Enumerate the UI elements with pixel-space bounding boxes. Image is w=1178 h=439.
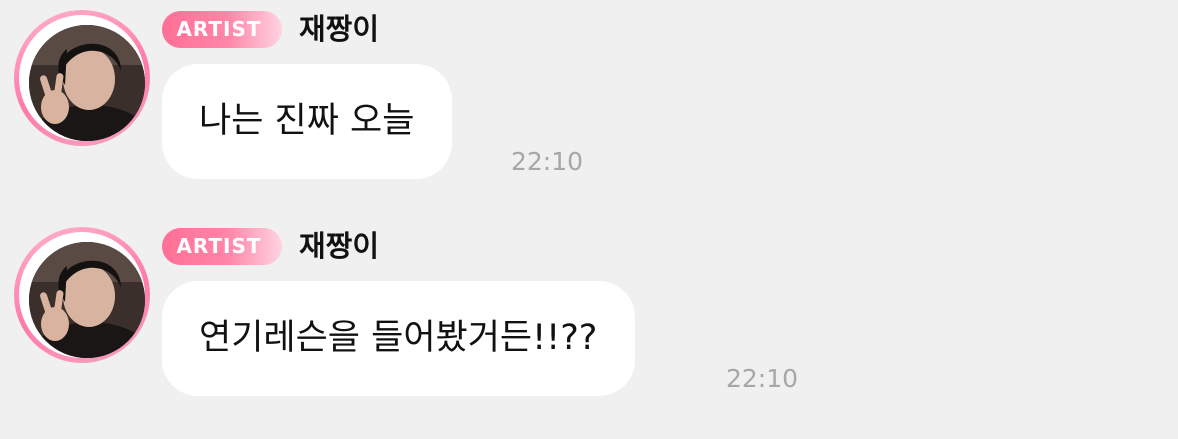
avatar-ring-gap bbox=[19, 232, 145, 358]
avatar[interactable] bbox=[14, 227, 150, 363]
chat-message: ARTIST 재짱이 연기레슨을 들어봤거든!!?? 22:10 bbox=[0, 217, 1178, 417]
chat-message: ARTIST 재짱이 나는 진짜 오늘 22:10 bbox=[0, 0, 1178, 200]
message-bubble[interactable]: 나는 진짜 오늘 bbox=[162, 64, 453, 179]
avatar-portrait-image bbox=[29, 242, 145, 358]
avatar[interactable] bbox=[14, 10, 150, 146]
sender-name[interactable]: 재짱이 bbox=[299, 226, 379, 266]
avatar-portrait-image bbox=[29, 25, 145, 141]
message-timestamp: 22:10 bbox=[726, 364, 799, 393]
artist-badge: ARTIST bbox=[162, 228, 282, 265]
artist-badge: ARTIST bbox=[162, 11, 282, 48]
message-bubble[interactable]: 연기레슨을 들어봤거든!!?? bbox=[162, 281, 636, 396]
avatar-photo bbox=[29, 242, 145, 358]
sender-name[interactable]: 재짱이 bbox=[299, 9, 379, 49]
avatar-photo bbox=[29, 25, 145, 141]
message-timestamp: 22:10 bbox=[511, 147, 584, 176]
chat-screen: { "messages": [ { "badge": "ARTIST", "se… bbox=[0, 0, 1178, 439]
avatar-ring-gap bbox=[19, 15, 145, 141]
